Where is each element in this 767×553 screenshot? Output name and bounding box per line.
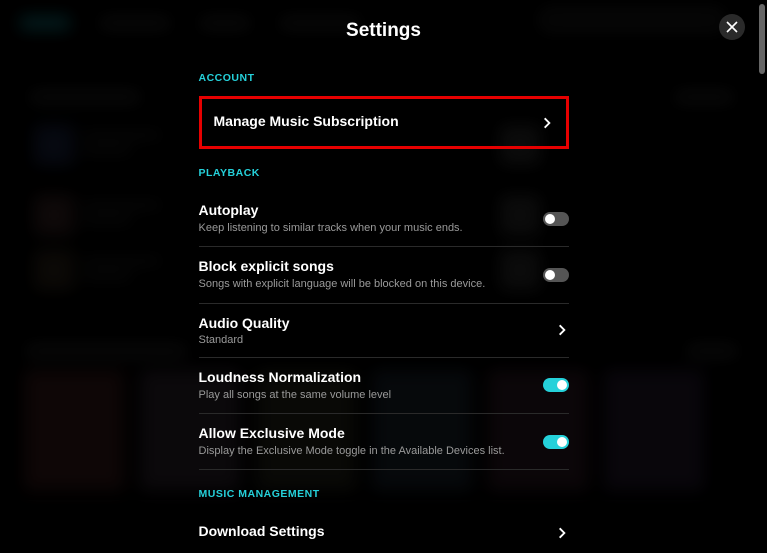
- exclusive-mode-row[interactable]: Allow Exclusive Mode Display the Exclusi…: [199, 414, 569, 470]
- settings-title: Settings: [199, 20, 569, 42]
- block-explicit-row[interactable]: Block explicit songs Songs with explicit…: [199, 247, 569, 303]
- exclusive-mode-toggle[interactable]: [543, 435, 569, 449]
- exclusive-mode-label: Allow Exclusive Mode: [199, 425, 531, 441]
- section-header-playback: PLAYBACK: [199, 167, 569, 179]
- close-button[interactable]: [719, 14, 745, 40]
- settings-panel: Settings ACCOUNT Manage Music Subscripti…: [199, 20, 569, 553]
- block-explicit-label: Block explicit songs: [199, 258, 531, 274]
- autoplay-row[interactable]: Autoplay Keep listening to similar track…: [199, 191, 569, 247]
- autoplay-label: Autoplay: [199, 202, 531, 218]
- section-header-music-mgmt: MUSIC MANAGEMENT: [199, 488, 569, 500]
- highlight-annotation: Manage Music Subscription: [199, 96, 569, 149]
- manage-subscription-label: Manage Music Subscription: [214, 113, 528, 129]
- section-header-account: ACCOUNT: [199, 72, 569, 84]
- loudness-row[interactable]: Loudness Normalization Play all songs at…: [199, 358, 569, 414]
- chevron-right-icon: [540, 116, 554, 130]
- exclusive-mode-desc: Display the Exclusive Mode toggle in the…: [199, 444, 531, 458]
- download-settings-row[interactable]: Download Settings: [199, 512, 569, 553]
- block-explicit-desc: Songs with explicit language will be blo…: [199, 277, 531, 291]
- scrollbar-thumb[interactable]: [759, 4, 765, 74]
- audio-quality-row[interactable]: Audio Quality Standard: [199, 304, 569, 358]
- autoplay-desc: Keep listening to similar tracks when yo…: [199, 221, 531, 235]
- audio-quality-value: Standard: [199, 334, 543, 346]
- loudness-label: Loudness Normalization: [199, 369, 531, 385]
- block-explicit-toggle[interactable]: [543, 268, 569, 282]
- chevron-right-icon: [555, 526, 569, 540]
- download-settings-label: Download Settings: [199, 523, 543, 539]
- loudness-toggle[interactable]: [543, 378, 569, 392]
- chevron-right-icon: [555, 323, 569, 337]
- manage-subscription-row[interactable]: Manage Music Subscription: [214, 113, 554, 132]
- loudness-desc: Play all songs at the same volume level: [199, 388, 531, 402]
- autoplay-toggle[interactable]: [543, 212, 569, 226]
- close-icon: [726, 21, 738, 33]
- audio-quality-label: Audio Quality: [199, 315, 543, 331]
